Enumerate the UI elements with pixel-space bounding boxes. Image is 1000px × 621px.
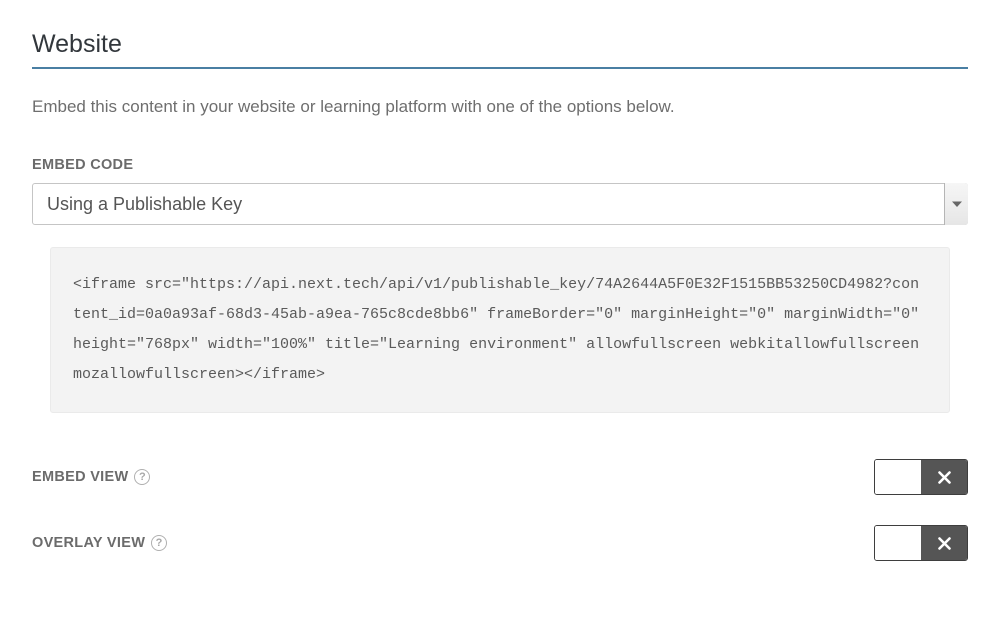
embed-code-select-wrapper: Using a Publishable Key — [32, 183, 968, 225]
embed-view-label: EMBED VIEW ? — [32, 469, 150, 485]
overlay-view-row: OVERLAY VIEW ? — [32, 525, 968, 561]
close-icon — [938, 537, 951, 550]
overlay-view-label: OVERLAY VIEW ? — [32, 535, 167, 551]
embed-view-toggle[interactable] — [874, 459, 968, 495]
embed-code-select[interactable]: Using a Publishable Key — [32, 183, 968, 225]
help-icon[interactable]: ? — [151, 535, 167, 551]
section-description: Embed this content in your website or le… — [32, 97, 968, 117]
embed-code-label: EMBED CODE — [32, 157, 968, 173]
overlay-view-label-text: OVERLAY VIEW — [32, 535, 145, 551]
embed-view-label-text: EMBED VIEW — [32, 469, 128, 485]
help-icon[interactable]: ? — [134, 469, 150, 485]
embed-code-snippet[interactable]: <iframe src="https://api.next.tech/api/v… — [50, 247, 950, 413]
embed-view-toggle-off[interactable] — [875, 460, 921, 494]
overlay-view-toggle[interactable] — [874, 525, 968, 561]
embed-view-toggle-on[interactable] — [921, 460, 967, 494]
close-icon — [938, 471, 951, 484]
embed-view-row: EMBED VIEW ? — [32, 459, 968, 495]
overlay-view-toggle-on[interactable] — [921, 526, 967, 560]
overlay-view-toggle-off[interactable] — [875, 526, 921, 560]
section-title: Website — [32, 30, 968, 69]
